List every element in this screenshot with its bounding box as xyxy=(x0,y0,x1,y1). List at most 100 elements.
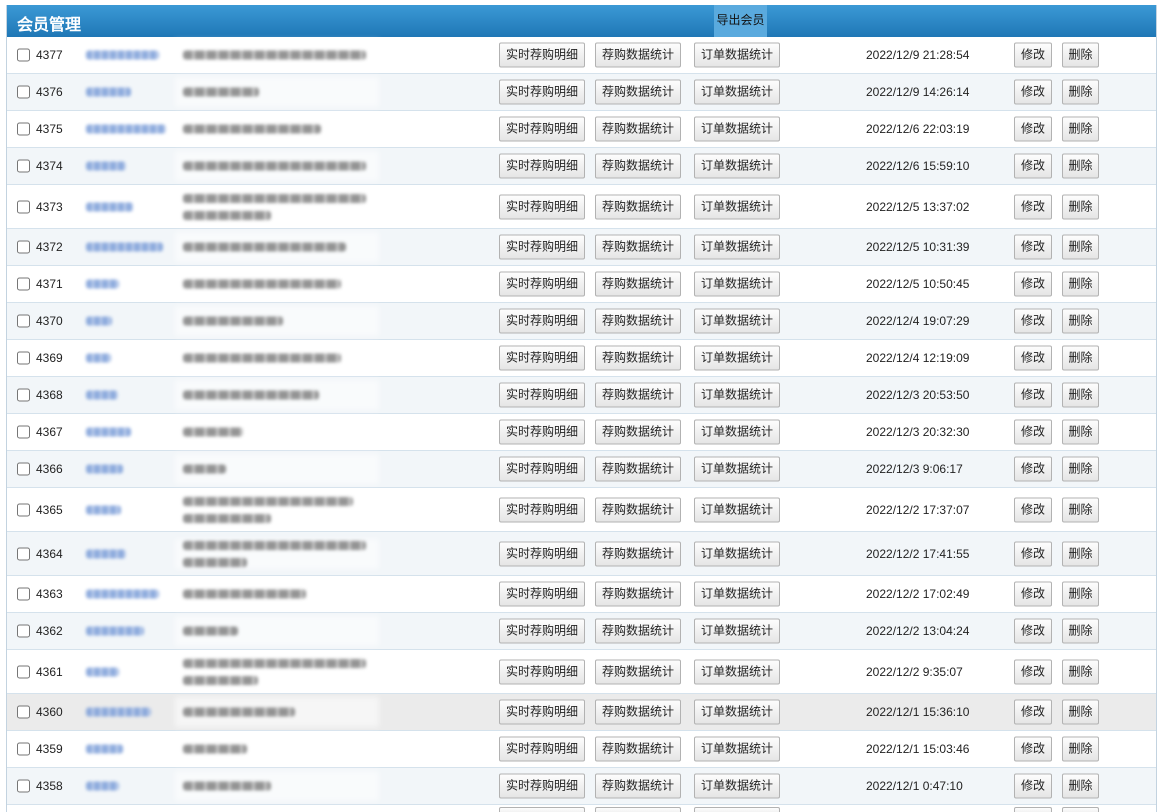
delete-button[interactable]: 删除 xyxy=(1062,194,1099,219)
order-stats-button[interactable]: 订单数据统计 xyxy=(694,153,780,179)
realtime-recommend-detail-button[interactable]: 实时荐购明细 xyxy=(499,79,585,105)
order-stats-button[interactable]: 订单数据统计 xyxy=(694,42,780,68)
member-username-redacted[interactable] xyxy=(86,242,163,252)
edit-button[interactable]: 修改 xyxy=(1014,194,1052,219)
recommend-stats-button[interactable]: 荐购数据统计 xyxy=(595,153,681,179)
row-select-checkbox[interactable] xyxy=(17,462,30,476)
row-select-checkbox[interactable] xyxy=(17,742,30,756)
member-username-redacted[interactable] xyxy=(86,744,123,754)
row-select-checkbox[interactable] xyxy=(17,665,30,678)
recommend-stats-button[interactable]: 荐购数据统计 xyxy=(595,581,681,607)
member-username-redacted[interactable] xyxy=(86,781,119,791)
realtime-recommend-detail-button[interactable]: 实时荐购明细 xyxy=(499,659,585,684)
order-stats-button[interactable]: 订单数据统计 xyxy=(694,419,780,445)
edit-button[interactable]: 修改 xyxy=(1014,271,1052,297)
member-username-redacted[interactable] xyxy=(86,50,159,60)
row-select-checkbox[interactable] xyxy=(17,85,30,99)
row-select-checkbox[interactable] xyxy=(17,547,30,560)
recommend-stats-button[interactable]: 荐购数据统计 xyxy=(595,42,681,68)
member-username-redacted[interactable] xyxy=(86,161,126,171)
member-username-redacted[interactable] xyxy=(86,707,151,717)
member-username-redacted[interactable] xyxy=(86,87,131,97)
order-stats-button[interactable]: 订单数据统计 xyxy=(694,659,780,684)
edit-button[interactable]: 修改 xyxy=(1014,497,1052,522)
edit-button[interactable]: 修改 xyxy=(1014,153,1052,179)
export-members-button[interactable]: 导出会员 xyxy=(714,5,767,37)
edit-button[interactable]: 修改 xyxy=(1014,541,1052,566)
realtime-recommend-detail-button[interactable]: 实时荐购明细 xyxy=(499,736,585,762)
edit-button[interactable]: 修改 xyxy=(1014,116,1052,142)
recommend-stats-button[interactable]: 荐购数据统计 xyxy=(595,618,681,644)
delete-button[interactable]: 删除 xyxy=(1062,736,1099,762)
row-select-checkbox[interactable] xyxy=(17,48,30,62)
edit-button[interactable]: 修改 xyxy=(1014,345,1052,371)
edit-button[interactable]: 修改 xyxy=(1014,736,1052,762)
delete-button[interactable]: 删除 xyxy=(1062,456,1099,482)
delete-button[interactable]: 删除 xyxy=(1062,659,1099,684)
member-username-redacted[interactable] xyxy=(86,202,133,211)
delete-button[interactable]: 删除 xyxy=(1062,234,1099,260)
edit-button[interactable]: 修改 xyxy=(1014,382,1052,408)
recommend-stats-button[interactable]: 荐购数据统计 xyxy=(595,116,681,142)
row-select-checkbox[interactable] xyxy=(17,503,30,516)
order-stats-button[interactable]: 订单数据统计 xyxy=(694,773,780,799)
recommend-stats-button[interactable]: 荐购数据统计 xyxy=(595,736,681,762)
delete-button[interactable]: 删除 xyxy=(1062,116,1099,142)
member-username-redacted[interactable] xyxy=(86,427,131,437)
recommend-stats-button[interactable]: 荐购数据统计 xyxy=(595,79,681,105)
order-stats-button[interactable]: 订单数据统计 xyxy=(694,308,780,334)
row-select-checkbox[interactable] xyxy=(17,240,30,254)
delete-button[interactable]: 删除 xyxy=(1062,42,1099,68)
realtime-recommend-detail-button[interactable]: 实时荐购明细 xyxy=(499,271,585,297)
realtime-recommend-detail-button[interactable]: 实时荐购明细 xyxy=(499,456,585,482)
order-stats-button[interactable]: 订单数据统计 xyxy=(694,541,780,566)
realtime-recommend-detail-button-partial[interactable] xyxy=(499,807,585,812)
edit-button[interactable]: 修改 xyxy=(1014,234,1052,260)
row-select-checkbox[interactable] xyxy=(17,314,30,328)
delete-button[interactable]: 删除 xyxy=(1062,419,1099,445)
row-select-checkbox[interactable] xyxy=(17,388,30,402)
delete-button[interactable]: 删除 xyxy=(1062,618,1099,644)
edit-button[interactable]: 修改 xyxy=(1014,308,1052,334)
member-username-redacted[interactable] xyxy=(86,505,121,514)
member-username-redacted[interactable] xyxy=(86,390,118,400)
realtime-recommend-detail-button[interactable]: 实时荐购明细 xyxy=(499,581,585,607)
row-select-checkbox[interactable] xyxy=(17,425,30,439)
recommend-stats-button[interactable]: 荐购数据统计 xyxy=(595,271,681,297)
edit-button[interactable]: 修改 xyxy=(1014,42,1052,68)
realtime-recommend-detail-button[interactable]: 实时荐购明细 xyxy=(499,497,585,522)
delete-button[interactable]: 删除 xyxy=(1062,153,1099,179)
realtime-recommend-detail-button[interactable]: 实时荐购明细 xyxy=(499,116,585,142)
row-select-checkbox[interactable] xyxy=(17,624,30,638)
order-stats-button[interactable]: 订单数据统计 xyxy=(694,618,780,644)
row-select-checkbox[interactable] xyxy=(17,351,30,365)
member-username-redacted[interactable] xyxy=(86,667,119,676)
row-select-checkbox[interactable] xyxy=(17,200,30,213)
order-stats-button[interactable]: 订单数据统计 xyxy=(694,345,780,371)
order-stats-button[interactable]: 订单数据统计 xyxy=(694,116,780,142)
edit-button[interactable]: 修改 xyxy=(1014,456,1052,482)
row-select-checkbox[interactable] xyxy=(17,277,30,291)
delete-button[interactable]: 删除 xyxy=(1062,581,1099,607)
recommend-stats-button[interactable]: 荐购数据统计 xyxy=(595,194,681,219)
recommend-stats-button[interactable]: 荐购数据统计 xyxy=(595,497,681,522)
realtime-recommend-detail-button[interactable]: 实时荐购明细 xyxy=(499,541,585,566)
realtime-recommend-detail-button[interactable]: 实时荐购明细 xyxy=(499,382,585,408)
recommend-stats-button[interactable]: 荐购数据统计 xyxy=(595,419,681,445)
realtime-recommend-detail-button[interactable]: 实时荐购明细 xyxy=(499,699,585,725)
realtime-recommend-detail-button[interactable]: 实时荐购明细 xyxy=(499,234,585,260)
order-stats-button[interactable]: 订单数据统计 xyxy=(694,382,780,408)
order-stats-button[interactable]: 订单数据统计 xyxy=(694,736,780,762)
realtime-recommend-detail-button[interactable]: 实时荐购明细 xyxy=(499,618,585,644)
delete-button[interactable]: 删除 xyxy=(1062,699,1099,725)
edit-button[interactable]: 修改 xyxy=(1014,581,1052,607)
order-stats-button[interactable]: 订单数据统计 xyxy=(694,497,780,522)
delete-button[interactable]: 删除 xyxy=(1062,79,1099,105)
member-username-redacted[interactable] xyxy=(86,626,144,636)
delete-button[interactable]: 删除 xyxy=(1062,271,1099,297)
recommend-stats-button[interactable]: 荐购数据统计 xyxy=(595,345,681,371)
delete-button[interactable]: 删除 xyxy=(1062,541,1099,566)
recommend-stats-button[interactable]: 荐购数据统计 xyxy=(595,382,681,408)
realtime-recommend-detail-button[interactable]: 实时荐购明细 xyxy=(499,308,585,334)
edit-button[interactable]: 修改 xyxy=(1014,79,1052,105)
